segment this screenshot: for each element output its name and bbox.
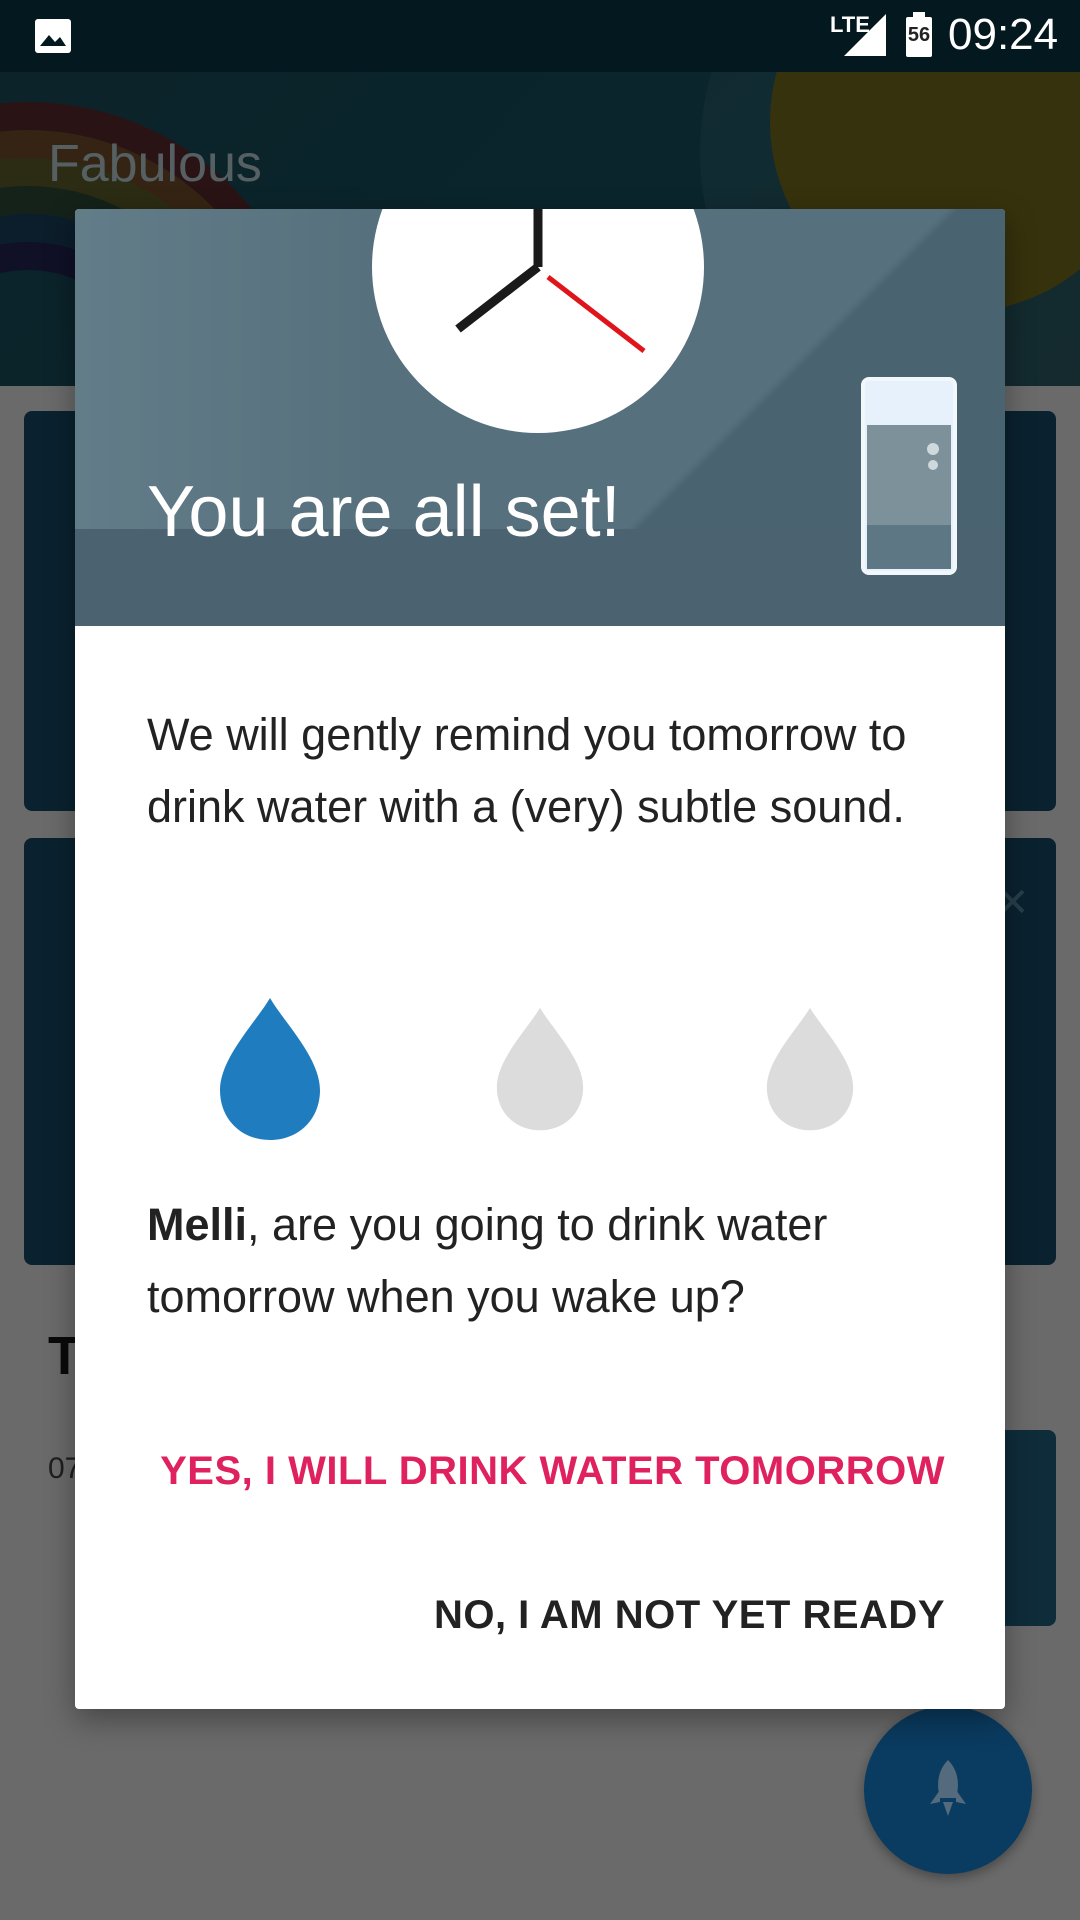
water-drop-icon (495, 1006, 585, 1132)
water-drop-icon (765, 1006, 855, 1132)
rocket-fab-button[interactable] (864, 1706, 1032, 1874)
clock-icon (372, 209, 704, 433)
reminder-dialog: You are all set! We will gently remind y… (75, 209, 1005, 1709)
not-ready-button[interactable]: NO, I AM NOT YET READY (434, 1585, 945, 1646)
question-text: , are you going to drink water tomorrow … (147, 1199, 828, 1322)
rocket-icon (930, 1760, 966, 1816)
dialog-question: Melli, are you going to drink water tomo… (147, 1189, 947, 1333)
clock-time: 09:24 (948, 10, 1059, 59)
user-name: Melli (147, 1199, 248, 1250)
yes-drink-water-button[interactable]: YES, I WILL DRINK WATER TOMORROW (160, 1441, 945, 1502)
battery-level: 56 (907, 24, 931, 46)
dialog-hero-illustration: You are all set! (75, 209, 1005, 626)
water-glass-icon (861, 377, 957, 575)
signal-icon (844, 14, 886, 56)
dialog-message: We will gently remind you tomorrow to dr… (147, 709, 907, 832)
water-drop-icon (218, 996, 322, 1142)
gallery-icon (35, 19, 71, 53)
status-bar: LTE 56 09:24 (0, 0, 1080, 72)
progress-drops (75, 984, 1005, 1144)
dialog-title: You are all set! (147, 472, 621, 552)
